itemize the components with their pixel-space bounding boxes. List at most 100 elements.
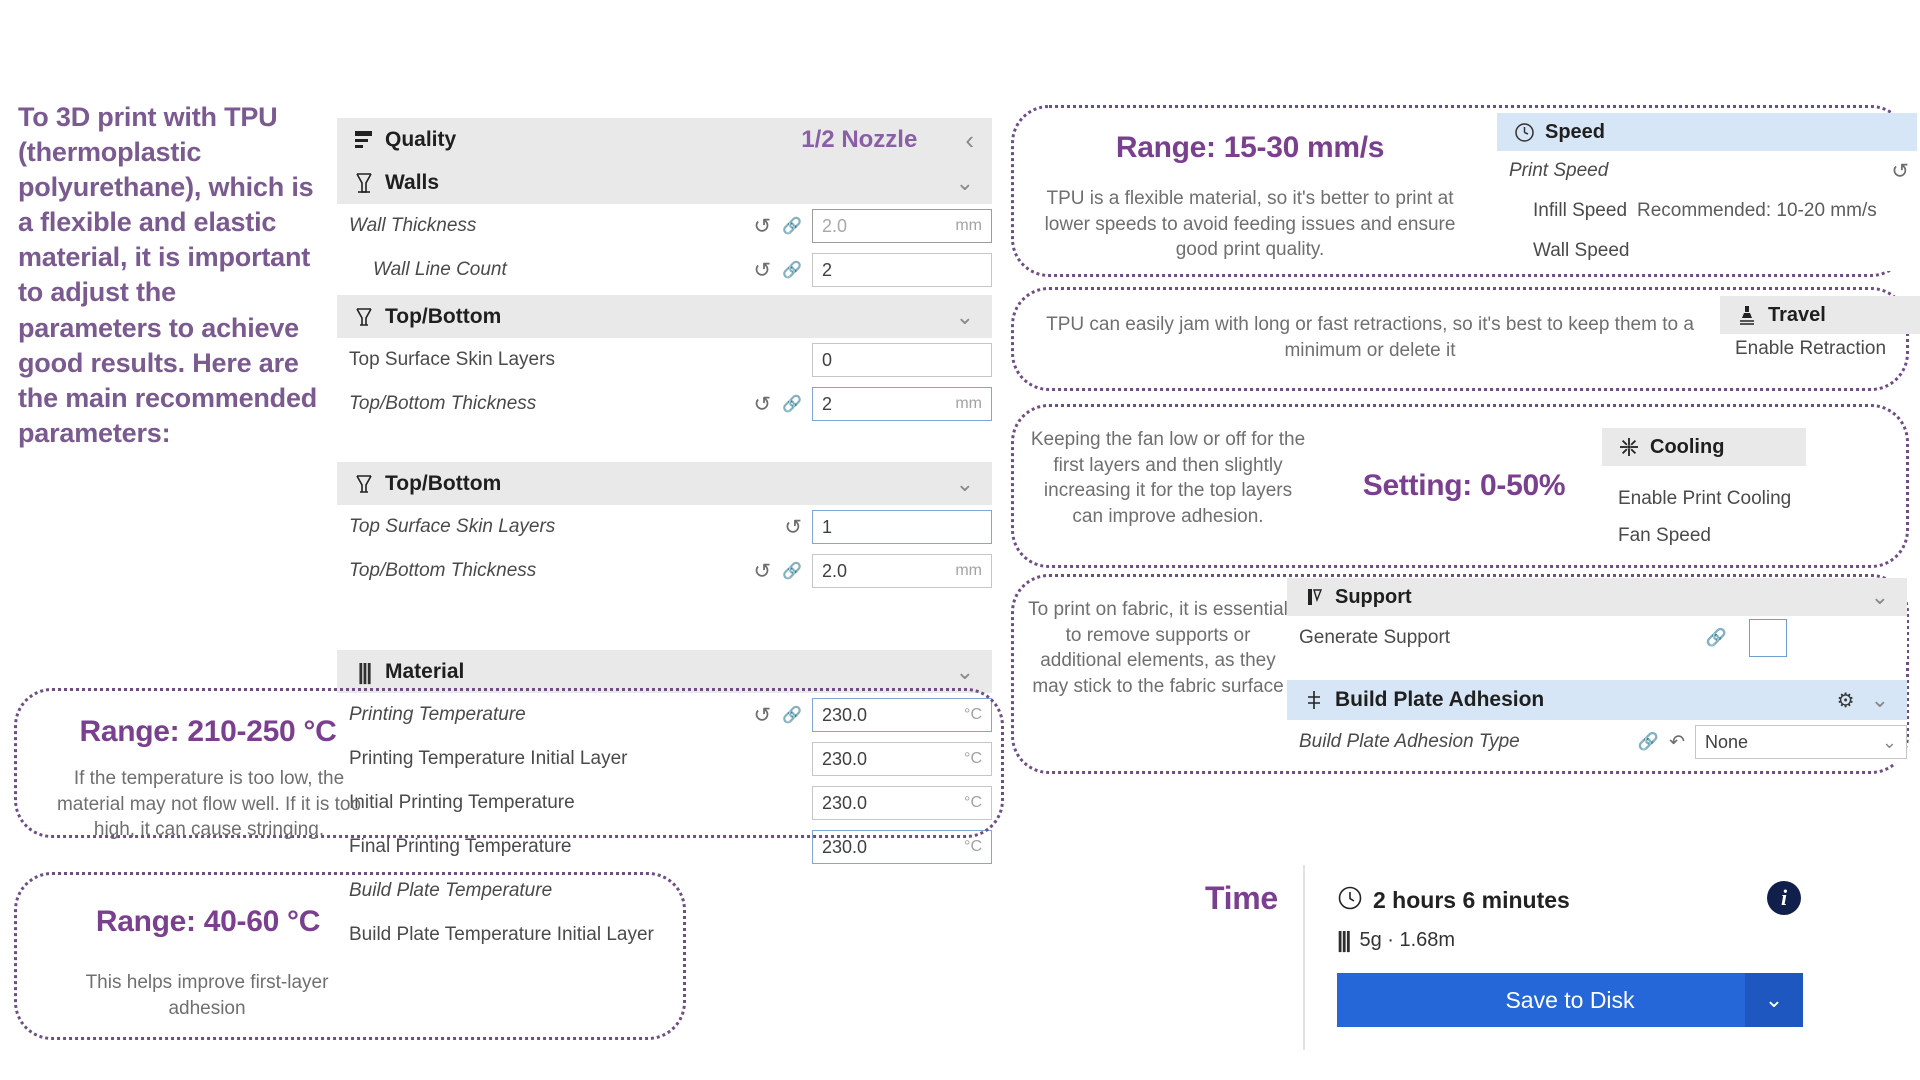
setting-input[interactable]: 1 bbox=[812, 510, 992, 544]
revert-icon[interactable]: ↺ bbox=[753, 258, 771, 283]
callout-temperature-heading: Range: 210-250 °C bbox=[79, 715, 337, 748]
category-header-material[interactable]: ||| Material ⌄ bbox=[337, 650, 992, 693]
category-header-walls[interactable]: Walls ⌄ bbox=[337, 161, 992, 204]
gear-icon[interactable]: ⚙ bbox=[1837, 688, 1865, 713]
topbottom-1-settings-rows: Top Surface Skin Layers 0 Top/Bottom Thick… bbox=[337, 338, 992, 426]
setting-input[interactable]: 2 bbox=[812, 253, 992, 287]
build-plate-adhesion-type-value: None bbox=[1705, 731, 1749, 752]
link-icon[interactable]: 🔗 bbox=[782, 561, 802, 581]
callout-speed-heading: Range: 15-30 mm/s bbox=[1115, 131, 1385, 164]
category-header-support[interactable]: Support ⌄ bbox=[1287, 578, 1907, 616]
link-icon[interactable]: 🔗 bbox=[782, 394, 802, 414]
save-to-disk-label: Save to Disk bbox=[1505, 986, 1635, 1013]
setting-row-generate-support[interactable]: Generate Support 🔗 bbox=[1287, 616, 1907, 660]
adhesion-icon bbox=[1299, 689, 1329, 711]
print-info-panel: 2 hours 6 minutes i ||| 5g · 1.68m Save … bbox=[1303, 865, 1839, 1050]
setting-value: 2.0 bbox=[822, 560, 848, 581]
chevron-down-icon[interactable]: ⌄ bbox=[1865, 586, 1895, 608]
setting-label: Wall Speed bbox=[1533, 240, 1630, 261]
setting-label: Top/Bottom Thickness bbox=[349, 393, 537, 414]
setting-label: Print Speed bbox=[1509, 160, 1609, 181]
revert-icon[interactable]: ↺ bbox=[753, 392, 771, 417]
setting-row[interactable]: Top Surface Skin Layers 0 bbox=[337, 338, 992, 382]
chevron-down-icon[interactable]: ⌄ bbox=[1865, 689, 1895, 711]
chevron-down-icon[interactable]: ⌄ bbox=[950, 305, 980, 328]
category-header-topbottom-1[interactable]: Top/Bottom ⌄ bbox=[337, 295, 992, 338]
nozzle-badge: 1/2 Nozzle bbox=[801, 125, 918, 153]
setting-label: Wall Thickness bbox=[349, 215, 477, 236]
quality-bars-icon bbox=[349, 130, 379, 150]
build-plate-adhesion-type-select[interactable]: None ⌄ bbox=[1695, 725, 1907, 759]
setting-label-enable-retraction: Enable Retraction bbox=[1735, 338, 1887, 359]
setting-label-generate-support: Generate Support bbox=[1299, 627, 1451, 648]
revert-icon[interactable]: ↶ bbox=[1659, 731, 1695, 754]
time-label: Time bbox=[1205, 880, 1278, 916]
setting-row[interactable]: Top Surface Skin Layers ↺ 1 bbox=[337, 505, 992, 549]
link-icon[interactable]: 🔗 bbox=[782, 260, 802, 280]
clock-icon bbox=[1337, 885, 1363, 916]
setting-note: Recommended: 10-20 mm/s bbox=[1637, 200, 1877, 221]
chevron-down-icon[interactable]: ⌄ bbox=[950, 171, 980, 194]
link-icon[interactable]: 🔗 bbox=[1706, 628, 1749, 648]
callout-cooling-body: Keeping the fan low or off for the first… bbox=[1030, 429, 1306, 527]
category-title-support: Support bbox=[1335, 585, 1412, 608]
category-header-cooling[interactable]: Cooling bbox=[1602, 428, 1806, 466]
setting-unit: mm bbox=[955, 395, 982, 412]
setting-label: Top Surface Skin Layers bbox=[349, 516, 556, 537]
fan-icon bbox=[1614, 436, 1644, 458]
chevron-down-icon[interactable]: ⌄ bbox=[1745, 973, 1803, 1027]
setting-label-enable-print-cooling: Enable Print Cooling bbox=[1618, 488, 1792, 509]
info-icon[interactable]: i bbox=[1767, 881, 1801, 915]
setting-label: Top Surface Skin Layers bbox=[349, 349, 555, 370]
estimated-time-value: 2 hours 6 minutes bbox=[1373, 887, 1570, 913]
callout-temperature: Range: 210-250 °C If the temperature is … bbox=[14, 688, 1004, 840]
setting-label: Wall Line Count bbox=[373, 259, 507, 280]
speed-settings-rows: Print Speed ↺ Infill Speed Recommended: 10-… bbox=[1497, 151, 1917, 271]
setting-value: 230.0 bbox=[822, 836, 868, 857]
chevron-down-icon[interactable]: ⌄ bbox=[950, 472, 980, 495]
category-header-quality[interactable]: Quality 1/2 Nozzle ‹ bbox=[337, 118, 992, 161]
category-header-build-plate-adhesion[interactable]: Build Plate Adhesion ⚙ ⌄ bbox=[1287, 680, 1907, 720]
setting-unit: mm bbox=[955, 217, 982, 234]
revert-icon[interactable]: ↺ bbox=[753, 559, 771, 584]
setting-row-enable-print-cooling[interactable]: Enable Print Cooling bbox=[1618, 488, 1791, 510]
setting-row[interactable]: Wall Thickness ↺ 🔗 2.0 mm bbox=[337, 204, 992, 248]
walls-settings-rows: Wall Thickness ↺ 🔗 2.0 mm Wall Line Count ↺ 🔗 2 bbox=[337, 204, 992, 292]
category-header-travel[interactable]: Travel bbox=[1720, 296, 1920, 334]
link-icon[interactable]: 🔗 bbox=[782, 216, 802, 236]
callout-support-body: To print on fabric, it is essential to r… bbox=[1028, 599, 1288, 697]
setting-value: 2.0 bbox=[822, 215, 848, 236]
setting-input[interactable]: 2 mm bbox=[812, 387, 992, 421]
link-icon[interactable]: 🔗 bbox=[1638, 732, 1659, 752]
category-header-speed[interactable]: Speed bbox=[1497, 113, 1917, 151]
category-title-topbottom-2: Top/Bottom bbox=[385, 471, 502, 495]
setting-input[interactable]: 0 bbox=[812, 343, 992, 377]
setting-row[interactable]: Infill Speed Recommended: 10-20 mm/s bbox=[1497, 191, 1917, 231]
setting-row[interactable]: Top/Bottom Thickness ↺ 🔗 2 mm bbox=[337, 382, 992, 426]
setting-row[interactable]: Wall Line Count ↺ 🔗 2 bbox=[337, 248, 992, 292]
revert-icon[interactable]: ↺ bbox=[1891, 159, 1917, 184]
revert-icon[interactable]: ↺ bbox=[753, 214, 771, 239]
setting-input[interactable]: 2.0 mm bbox=[812, 209, 992, 243]
setting-row[interactable]: Wall Speed bbox=[1497, 231, 1917, 271]
travel-icon bbox=[1732, 304, 1762, 326]
chevron-down-icon[interactable]: ⌄ bbox=[950, 660, 980, 683]
chevron-down-icon: ⌄ bbox=[1881, 731, 1897, 752]
category-title-quality: Quality bbox=[385, 127, 457, 151]
callout-bed-heading: Range: 40-60 °C bbox=[95, 905, 321, 938]
setting-value: 0 bbox=[822, 349, 833, 370]
revert-icon[interactable]: ↺ bbox=[784, 515, 802, 540]
setting-row[interactable]: Print Speed ↺ bbox=[1497, 151, 1917, 191]
setting-label: Top/Bottom Thickness bbox=[349, 560, 537, 581]
setting-row-enable-retraction[interactable]: Enable Retraction bbox=[1735, 338, 1886, 360]
setting-input[interactable]: 2.0 mm bbox=[812, 554, 992, 588]
category-header-topbottom-2[interactable]: Top/Bottom ⌄ bbox=[337, 462, 992, 505]
chevron-left-icon[interactable]: ‹ bbox=[959, 127, 980, 153]
generate-support-checkbox[interactable] bbox=[1749, 619, 1787, 657]
save-to-disk-button[interactable]: Save to Disk ⌄ bbox=[1337, 973, 1803, 1027]
setting-row[interactable]: Top/Bottom Thickness ↺ 🔗 2.0 mm bbox=[337, 549, 992, 593]
callout-bed-temperature: Range: 40-60 °C This helps improve first… bbox=[14, 872, 686, 1040]
setting-row-fan-speed[interactable]: Fan Speed bbox=[1618, 525, 1711, 547]
setting-row-build-plate-adhesion-type[interactable]: Build Plate Adhesion Type 🔗 ↶ None ⌄ bbox=[1287, 720, 1907, 764]
speedometer-icon bbox=[1509, 122, 1539, 143]
